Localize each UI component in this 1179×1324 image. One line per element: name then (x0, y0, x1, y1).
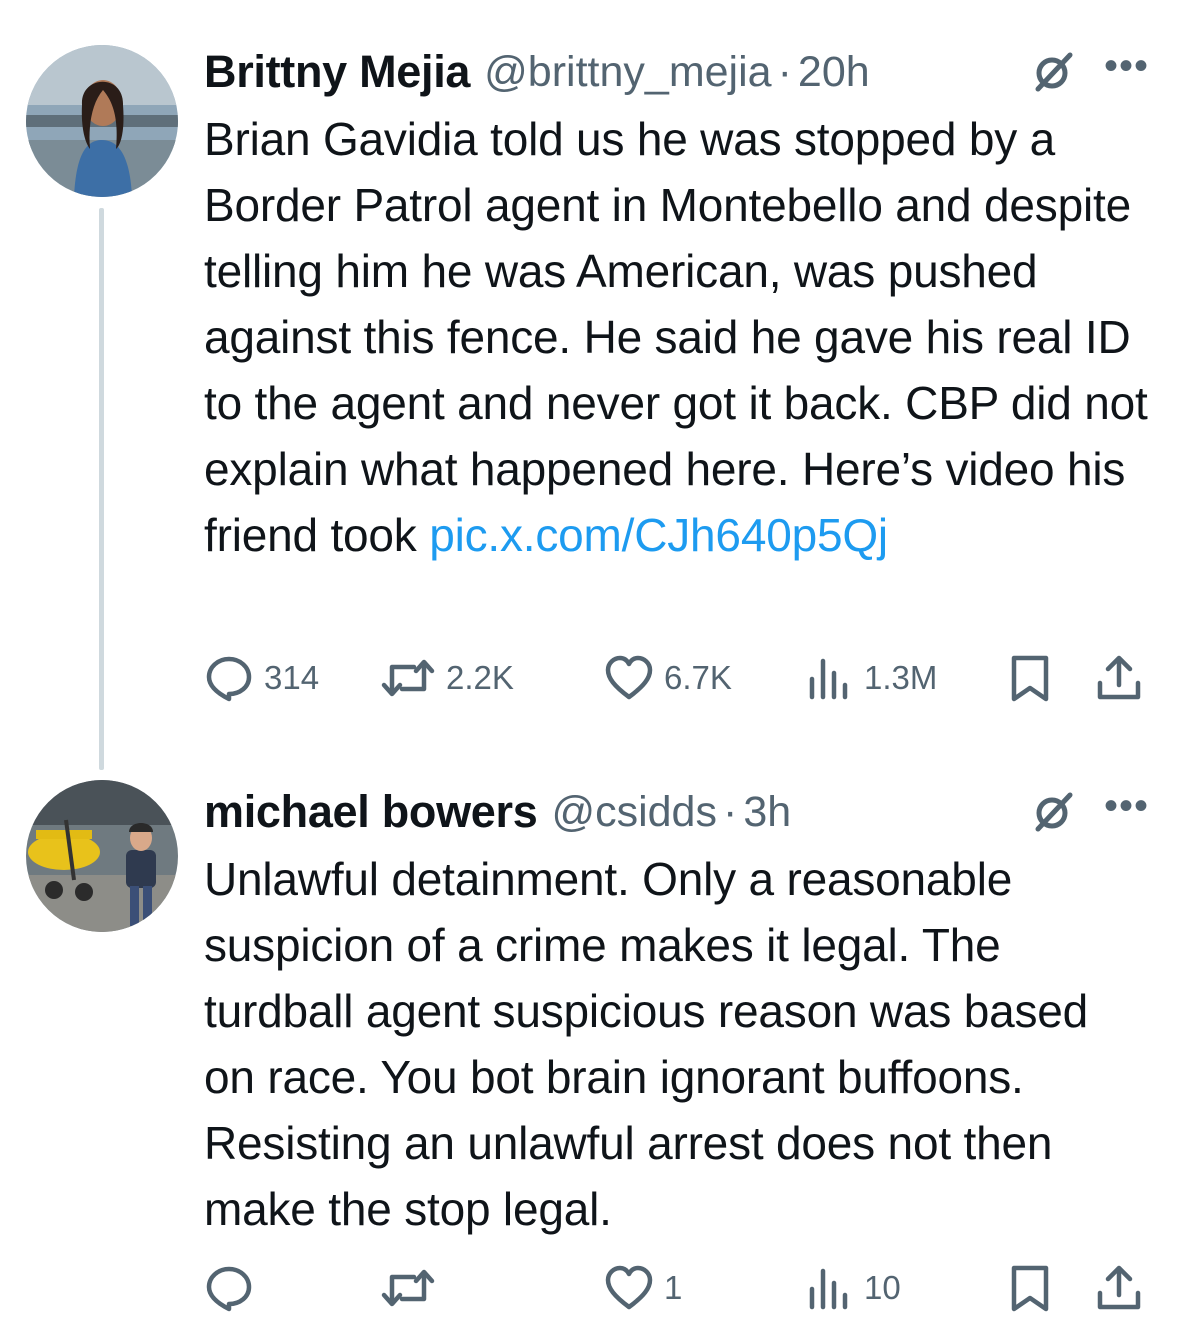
more-icon[interactable]: ••• (1104, 786, 1149, 838)
bookmark-icon (1011, 1265, 1049, 1312)
bookmark-icon (1011, 655, 1049, 702)
separator-dot: · (777, 47, 792, 96)
more-icon[interactable]: ••• (1104, 46, 1149, 98)
tweet-header: Brittny Mejia @brittny_mejia · 20h ••• (204, 40, 1149, 104)
timestamp[interactable]: 3h (743, 788, 791, 837)
separator-dot: · (722, 787, 738, 836)
share-icon (1097, 655, 1141, 700)
thread-line (99, 208, 104, 770)
display-name[interactable]: michael bowers (204, 786, 538, 838)
heart-icon (605, 655, 653, 700)
action-bar: 314 2.2K 6.7K 1.3M (204, 650, 1149, 706)
avatar[interactable] (26, 780, 178, 932)
tweet-text-body: Brian Gavidia told us he was stopped by … (204, 113, 1148, 561)
like-count: 6.7K (664, 659, 732, 696)
views-button[interactable]: 10 (804, 1260, 901, 1316)
tweet-brittny-mejia[interactable]: Brittny Mejia @brittny_mejia · 20h ••• B… (0, 0, 1179, 770)
views-count: 10 (864, 1269, 901, 1306)
heart-icon (605, 1265, 653, 1310)
timestamp[interactable]: 20h (798, 48, 870, 97)
share-button[interactable] (1094, 650, 1144, 706)
media-link[interactable]: pic.x.com/CJh640p5Qj (429, 509, 888, 561)
tweet-header: michael bowers @csidds · 3h ••• (204, 780, 1149, 844)
grok-icon[interactable] (1030, 49, 1076, 95)
share-button[interactable] (1094, 1260, 1144, 1316)
handle[interactable]: @brittny_mejia (484, 48, 771, 97)
reply-icon (206, 1266, 252, 1312)
reply-button[interactable]: 314 (204, 650, 319, 706)
display-name[interactable]: Brittny Mejia (204, 46, 470, 98)
avatar-photo (26, 780, 178, 932)
bookmark-button[interactable] (1008, 1260, 1052, 1316)
repost-icon (381, 1269, 435, 1307)
avatar-photo (26, 45, 178, 197)
like-button[interactable]: 6.7K (604, 650, 732, 706)
reply-icon (206, 656, 252, 702)
tweet-text: Brian Gavidia told us he was stopped by … (204, 106, 1149, 568)
header-actions: ••• (1030, 780, 1149, 844)
repost-icon (381, 659, 435, 697)
views-count: 1.3M (864, 659, 938, 696)
repost-button[interactable]: 2.2K (380, 650, 514, 706)
like-count: 1 (664, 1269, 683, 1306)
avatar[interactable] (26, 45, 178, 197)
tweet-content: michael bowers @csidds · 3h ••• Unlawful… (204, 780, 1149, 1242)
header-actions: ••• (1030, 40, 1149, 104)
share-icon (1097, 1265, 1141, 1310)
tweet-michael-bowers[interactable]: michael bowers @csidds · 3h ••• Unlawful… (0, 760, 1179, 1324)
like-button[interactable]: 1 (604, 1260, 682, 1316)
handle[interactable]: @csidds (551, 788, 717, 837)
reply-count: 314 (264, 659, 320, 696)
views-icon (809, 658, 848, 700)
tweet-text-body: Unlawful detainment. Only a reasonable s… (204, 853, 1089, 1235)
tweet-content: Brittny Mejia @brittny_mejia · 20h ••• B… (204, 40, 1149, 568)
tweet-text: Unlawful detainment. Only a reasonable s… (204, 846, 1149, 1242)
views-button[interactable]: 1.3M (804, 650, 937, 706)
reply-button[interactable] (204, 1260, 264, 1316)
bookmark-button[interactable] (1008, 650, 1052, 706)
grok-icon[interactable] (1030, 789, 1076, 835)
views-icon (809, 1268, 848, 1310)
repost-button[interactable] (380, 1260, 446, 1316)
action-bar: 1 10 (204, 1260, 1149, 1316)
repost-count: 2.2K (446, 659, 514, 696)
